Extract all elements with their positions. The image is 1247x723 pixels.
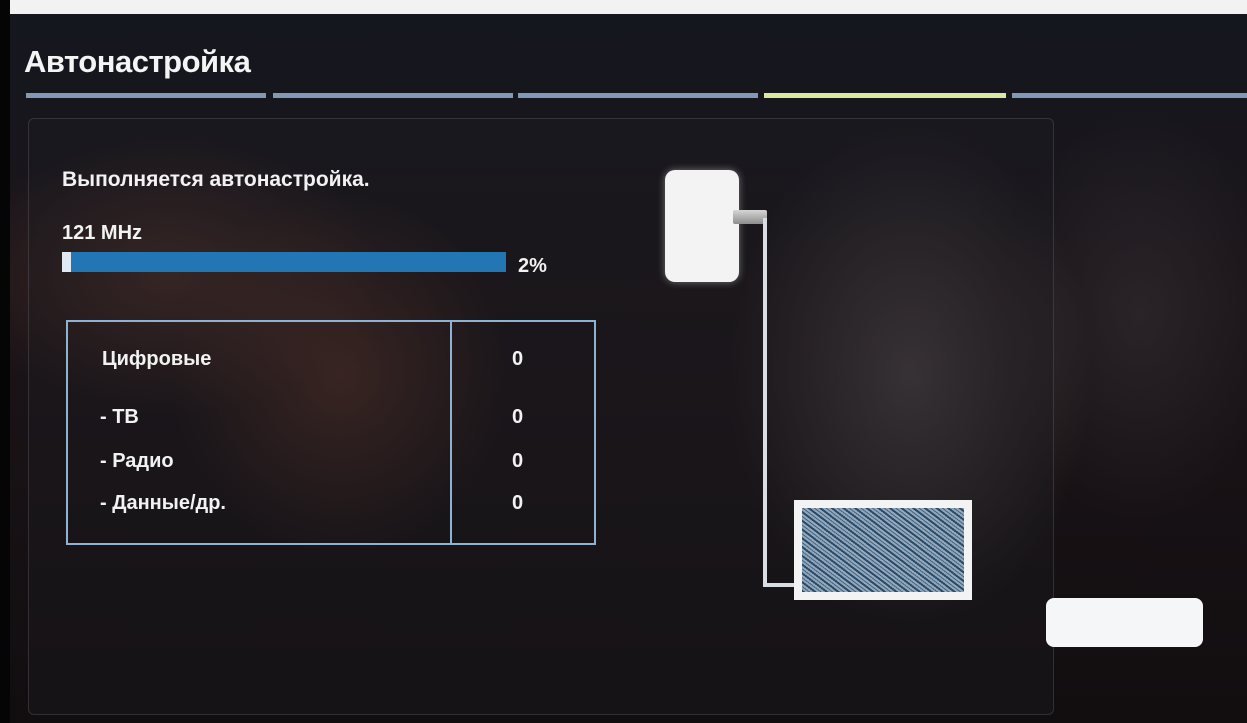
step-1 [26, 93, 266, 98]
step-4-active [764, 93, 1006, 98]
row-digital-value: 0 [512, 348, 524, 370]
row-radio-value: 0 [512, 450, 524, 472]
channel-count-table: Цифровые 0 - ТВ 0 - Радио 0 - Данные/др.… [66, 320, 596, 545]
antenna-plug-icon [733, 210, 767, 224]
row-tv-label: - ТВ [100, 406, 139, 428]
scan-frequency: 121 MHz [62, 222, 143, 244]
step-2 [273, 93, 513, 98]
tv-bezel-left [0, 0, 10, 723]
scan-progress-bar [62, 252, 506, 272]
cable-icon [763, 218, 767, 586]
page-title: Автонастройка [24, 44, 251, 79]
scan-progress-fill [62, 252, 71, 272]
row-digital-label: Цифровые [102, 348, 212, 370]
step-indicator [26, 93, 1247, 101]
action-button[interactable] [1046, 598, 1203, 647]
antenna-socket-icon [665, 170, 739, 282]
scan-status-text: Выполняется автонастройка. [62, 168, 370, 191]
tv-static-noise [802, 508, 964, 592]
row-data-label: - Данные/др. [100, 492, 226, 514]
tv-static-icon [794, 500, 972, 600]
step-5 [1012, 93, 1247, 98]
row-tv-value: 0 [512, 406, 524, 428]
row-radio-label: - Радио [100, 450, 174, 472]
cable-end-icon [763, 583, 797, 587]
scan-progress-label: 2% [518, 255, 547, 277]
table-divider [450, 322, 452, 543]
row-data-value: 0 [512, 492, 524, 514]
step-3 [518, 93, 758, 98]
tv-bezel-top [0, 0, 1247, 14]
